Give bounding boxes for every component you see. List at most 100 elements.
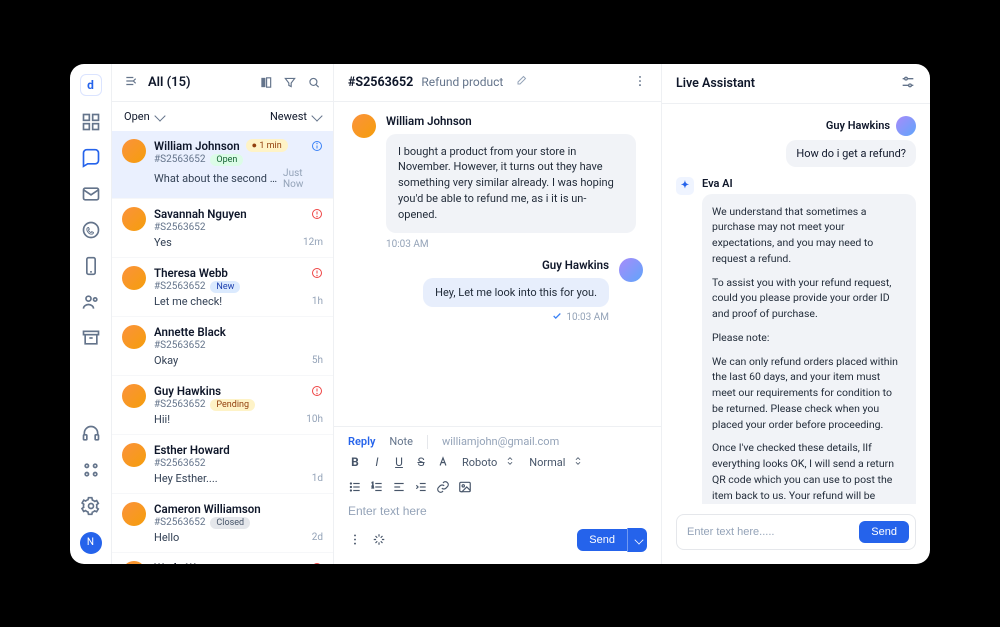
ticket-id: #S2563652 (348, 75, 413, 90)
strike-icon[interactable]: S (414, 455, 428, 469)
ticket-ref: #S2563652 (154, 281, 205, 292)
divider (427, 435, 428, 449)
archive-icon[interactable] (81, 328, 101, 348)
assistant-send-button[interactable]: Send (859, 521, 909, 543)
delivered-check-icon (552, 311, 562, 324)
conversation-item[interactable]: Savannah Nguyen #S2563652 Yes 12m (112, 199, 333, 258)
edit-subject-icon[interactable] (515, 75, 527, 90)
status-filter-label: Open (124, 110, 150, 123)
assistant-body[interactable]: Guy Hawkins How do i get a refund? ✦ Eva… (662, 104, 930, 504)
message-snippet: Let me check! (154, 295, 222, 308)
message-incoming: William Johnson I bought a product from … (352, 114, 643, 234)
phone-icon[interactable] (81, 256, 101, 276)
editor-toolbar: B I U S Roboto Normal 12 (348, 455, 647, 494)
app-logo[interactable]: d (80, 74, 102, 96)
contact-avatar (122, 207, 146, 231)
customer-message: I bought a product from your store in No… (386, 134, 636, 234)
list-bullet-icon[interactable] (348, 480, 362, 494)
bot-paragraph: We can only refund orders placed within … (712, 354, 906, 433)
contact-avatar (122, 325, 146, 349)
layout-icon[interactable] (259, 74, 273, 91)
list-header: All (15) (112, 64, 333, 102)
whatsapp-icon[interactable] (81, 220, 101, 240)
underline-icon[interactable]: U (392, 455, 406, 469)
send-button[interactable]: Send (577, 529, 627, 551)
dashboard-icon[interactable] (81, 112, 101, 132)
alert-icon (311, 562, 323, 564)
message-time: 10h (306, 414, 323, 425)
ticket-ref: #S2563652 (154, 222, 205, 233)
composer-input[interactable] (348, 500, 647, 528)
image-icon[interactable] (458, 480, 472, 494)
inbox-icon[interactable] (81, 148, 101, 168)
assistant-bot-message: ✦ Eva AI We understand that sometimes a … (676, 177, 916, 504)
link-icon[interactable] (436, 480, 450, 494)
text-color-icon[interactable] (436, 455, 450, 469)
customer-avatar (352, 114, 376, 138)
indent-icon[interactable] (414, 480, 428, 494)
align-left-icon[interactable] (392, 480, 406, 494)
contact-name: Theresa Webb (154, 266, 228, 280)
tab-note[interactable]: Note (389, 435, 413, 448)
agent-message: Hey, Let me look into this for you. (423, 278, 609, 307)
conversation-list[interactable]: William Johnson ● 1 min #S2563652 Open W… (112, 131, 333, 564)
conversation-item[interactable]: Cameron Williamson #S2563652 Closed Hell… (112, 494, 333, 553)
bot-name: Eva AI (702, 177, 916, 190)
conversation-item[interactable]: Theresa Webb #S2563652 New Let me check!… (112, 258, 333, 317)
assistant-input-row: Send (676, 514, 916, 550)
ticket-ref: #S2563652 (154, 154, 205, 165)
font-select-label: Roboto (462, 456, 497, 469)
paragraph-select[interactable]: Normal (527, 455, 585, 470)
contact-name: Wade Warren (154, 561, 222, 564)
composer-footer: Send (348, 528, 647, 552)
ticket-ref: #S2563652 (154, 458, 205, 469)
settings-icon[interactable] (81, 496, 101, 516)
send-button-group: Send (577, 528, 647, 552)
assistant-header: Live Assistant (662, 64, 930, 104)
current-user-avatar[interactable]: N (80, 532, 102, 554)
bold-icon[interactable]: B (348, 455, 362, 469)
agent-name: Guy Hawkins (423, 258, 609, 272)
sort-filter[interactable]: Newest (270, 110, 321, 123)
message-time: 1d (312, 473, 323, 484)
assistant-user-message: Guy Hawkins How do i get a refund? (676, 116, 916, 167)
search-icon[interactable] (307, 74, 321, 91)
ticket-subject: Refund product (421, 75, 503, 89)
contact-name: Annette Black (154, 325, 226, 339)
assistant-settings-icon[interactable] (900, 74, 916, 93)
info-icon (311, 140, 323, 152)
agent-message-time: 10:03 AM (566, 312, 609, 323)
assistant-input[interactable] (687, 526, 851, 538)
conversation-item[interactable]: Annette Black #S2563652 Okay 5h (112, 317, 333, 376)
contact-name: Savannah Nguyen (154, 207, 247, 221)
list-number-icon[interactable]: 12 (370, 480, 384, 494)
send-dropdown[interactable] (627, 528, 647, 552)
italic-icon[interactable]: I (370, 455, 384, 469)
status-filter[interactable]: Open (124, 110, 164, 123)
conversation-item[interactable]: Esther Howard #S2563652 Hey Esther.... 1… (112, 435, 333, 494)
conversation-list-panel: All (15) Open Newest William Johnson ● 1… (112, 64, 334, 564)
message-snippet: Okay (154, 354, 178, 367)
panel-collapse-icon[interactable] (124, 74, 138, 91)
conversation-item[interactable]: Guy Hawkins #S2563652 Pending Hii! 10h (112, 376, 333, 435)
filter-icon[interactable] (283, 74, 297, 91)
ai-suggest-icon[interactable] (372, 531, 386, 548)
contacts-icon[interactable] (81, 292, 101, 312)
headset-icon[interactable] (81, 424, 101, 444)
font-select[interactable]: Roboto (460, 455, 517, 470)
tab-reply[interactable]: Reply (348, 435, 375, 448)
thread-more-icon[interactable] (633, 74, 647, 91)
assistant-footer: Send (662, 504, 930, 564)
conversation-item[interactable]: William Johnson ● 1 min #S2563652 Open W… (112, 131, 333, 199)
composer-more-icon[interactable] (348, 531, 362, 548)
composer: Reply Note williamjohn@gmail.com B I U S… (334, 426, 661, 564)
contact-avatar (122, 502, 146, 526)
apps-icon[interactable] (81, 460, 101, 480)
mail-icon[interactable] (81, 184, 101, 204)
thread-body[interactable]: William Johnson I bought a product from … (334, 102, 661, 426)
ticket-ref: #S2563652 (154, 399, 205, 410)
sort-filter-label: Newest (270, 110, 307, 123)
conversation-item[interactable]: Wade Warren #S2563652 Spam Hey 5d (112, 553, 333, 564)
status-badge: Open (210, 154, 243, 166)
bot-paragraph: We understand that sometimes a purchase … (712, 204, 906, 267)
